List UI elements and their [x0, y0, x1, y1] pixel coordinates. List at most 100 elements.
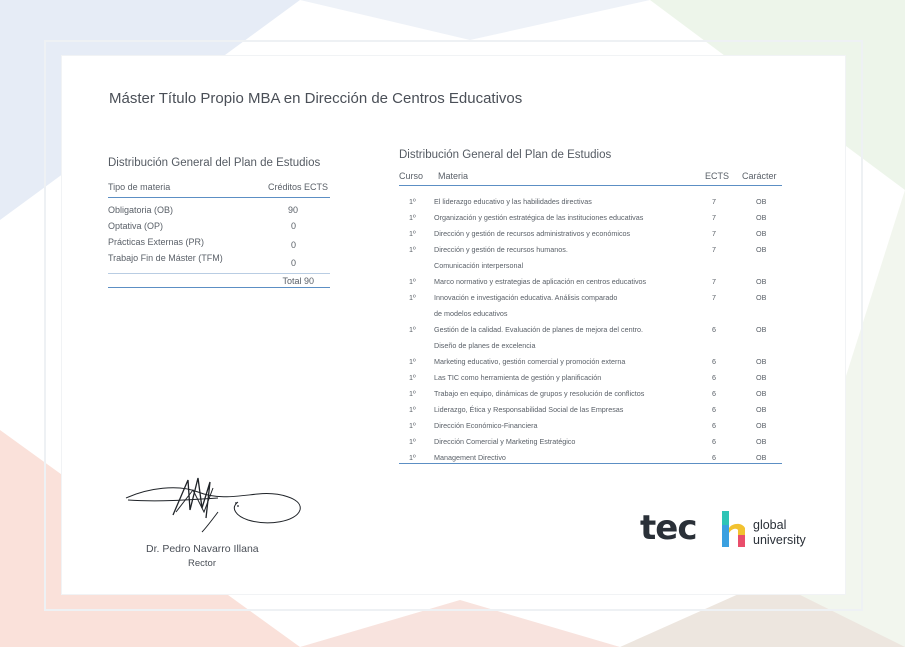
summary-table-header: Tipo de materia Créditos ECTS: [108, 182, 330, 198]
cell-materia: Organización y gestión estratégica de la…: [434, 213, 644, 222]
course-row: 1º Dirección y gestión de recursos humano…: [399, 243, 782, 257]
cell-materia: Management Directivo: [434, 453, 506, 462]
course-row: 1º Dirección Económico-Financiera 6 OB: [399, 419, 782, 433]
logo-word: tec: [640, 508, 697, 548]
course-row: 1º Organización y gestión estratégica de …: [399, 211, 782, 225]
signatory-role: Rector: [188, 558, 216, 569]
cell-materia: Dirección Económico-Financiera: [434, 421, 538, 430]
cell-materia: Trabajo en equipo, dinámicas de grupos y…: [434, 389, 645, 398]
cell-curso: 1º: [409, 245, 416, 254]
course-row: de modelos educativos: [399, 307, 782, 321]
cell-caracter: OB: [756, 213, 767, 222]
cell-curso: 1º: [409, 277, 416, 286]
course-table-bottom-rule: [399, 463, 782, 464]
course-row: Comunicación interpersonal: [399, 259, 782, 273]
cell-curso: 1º: [409, 453, 416, 462]
cell-ects: 6: [712, 373, 716, 382]
signature-image: [125, 477, 301, 533]
cell-curso: 1º: [409, 325, 416, 334]
cell-materia: de modelos educativos: [434, 309, 508, 318]
cell-ects: 6: [712, 421, 716, 430]
row-value: 90: [287, 205, 298, 215]
cell-materia: Dirección y gestión de recursos humanos.: [434, 245, 568, 254]
cell-caracter: OB: [756, 245, 767, 254]
cell-caracter: OB: [756, 373, 767, 382]
cell-materia: Marco normativo y estrategias de aplicac…: [434, 277, 647, 286]
cell-curso: 1º: [409, 197, 416, 206]
course-row: Diseño de planes de excelencia: [399, 339, 782, 353]
cell-curso: 1º: [409, 357, 416, 366]
cell-caracter: OB: [756, 293, 767, 302]
cell-caracter: OB: [756, 357, 767, 366]
row-value: 0: [290, 258, 296, 268]
row-label: Optativa (OP): [108, 221, 164, 231]
course-row: 1º El liderazgo educativo y las habilidad…: [399, 195, 782, 209]
cell-ects: 7: [712, 197, 716, 206]
header-type: Tipo de materia: [108, 182, 171, 192]
course-row: 1º Marco normativo y estrategias de aplic…: [399, 275, 782, 289]
cell-curso: 1º: [409, 421, 416, 430]
summary-row: Obligatoria (OB) 90: [108, 205, 330, 220]
summary-total: Total 90: [108, 273, 330, 288]
summary-row: Trabajo Fin de Máster (TFM) 0: [108, 253, 330, 268]
cell-ects: 6: [712, 325, 716, 334]
cell-curso: 1º: [409, 373, 416, 382]
cell-ects: 7: [712, 293, 716, 302]
cell-caracter: OB: [756, 389, 767, 398]
tech-logo: tec h global university: [640, 508, 820, 556]
header-materia: Materia: [438, 171, 469, 181]
cell-ects: 6: [712, 389, 716, 398]
cell-ects: 6: [712, 437, 716, 446]
cell-curso: 1º: [409, 213, 416, 222]
course-row: 1º Gestión de la calidad. Evaluación de p…: [399, 323, 782, 337]
course-row: 1º Innovación e investigación educativa. …: [399, 291, 782, 305]
cell-caracter: OB: [756, 277, 767, 286]
summary-row: Optativa (OP) 0: [108, 221, 330, 236]
cell-ects: 7: [712, 213, 716, 222]
cell-materia: Gestión de la calidad. Evaluación de pla…: [434, 325, 643, 334]
row-label: Trabajo Fin de Máster (TFM): [108, 253, 223, 263]
course-row: 1º Dirección y gestión de recursos admini…: [399, 227, 782, 241]
course-row: 1º Liderazgo, Ética y Responsabilidad Soc…: [399, 403, 782, 417]
course-row: 1º Marketing educativo, gestión comercial…: [399, 355, 782, 369]
cell-caracter: OB: [756, 405, 767, 414]
summary-row: Prácticas Externas (PR) 0: [108, 237, 330, 252]
signatory-name: Dr. Pedro Navarro Illana: [146, 543, 259, 555]
cell-materia: Innovación e investigación educativa. An…: [434, 293, 618, 302]
cell-caracter: OB: [756, 197, 767, 206]
cell-ects: 7: [712, 245, 716, 254]
cell-ects: 7: [712, 277, 716, 286]
cell-ects: 6: [712, 453, 716, 462]
row-label: Obligatoria (OB): [108, 205, 174, 215]
cell-materia: Las TIC como herramienta de gestión y pl…: [434, 373, 602, 382]
header-curso: Curso: [399, 171, 424, 181]
total-value: Total 90: [282, 276, 314, 286]
header-ects: ECTS: [705, 171, 730, 181]
cell-caracter: OB: [756, 229, 767, 238]
course-row: 1º Dirección Comercial y Marketing Estrat…: [399, 435, 782, 449]
document-title: Máster Título Propio MBA en Dirección de…: [109, 90, 523, 107]
row-label: Prácticas Externas (PR): [108, 237, 205, 247]
cell-curso: 1º: [409, 229, 416, 238]
cell-caracter: OB: [756, 453, 767, 462]
cell-caracter: OB: [756, 437, 767, 446]
course-row: 1º Trabajo en equipo, dinámicas de grupos…: [399, 387, 782, 401]
row-value: 0: [290, 221, 296, 231]
logo-line-global: global: [753, 518, 787, 532]
cell-curso: 1º: [409, 389, 416, 398]
cell-curso: 1º: [409, 293, 416, 302]
cell-ects: 6: [712, 405, 716, 414]
course-row: 1º Las TIC como herramienta de gestión y …: [399, 371, 782, 385]
row-value: 0: [290, 240, 296, 250]
logo-h-mark: h: [722, 511, 745, 547]
cell-ects: 6: [712, 357, 716, 366]
header-caracter: Carácter: [742, 171, 777, 181]
cell-caracter: OB: [756, 421, 767, 430]
cell-caracter: OB: [756, 325, 767, 334]
logo-line-university: university: [753, 533, 806, 547]
cell-curso: 1º: [409, 405, 416, 414]
cell-ects: 7: [712, 229, 716, 238]
cell-materia: Comunicación interpersonal: [434, 261, 524, 270]
header-credits: Créditos ECTS: [267, 182, 328, 192]
course-table-title: Distribución General del Plan de Estudio…: [399, 149, 612, 161]
